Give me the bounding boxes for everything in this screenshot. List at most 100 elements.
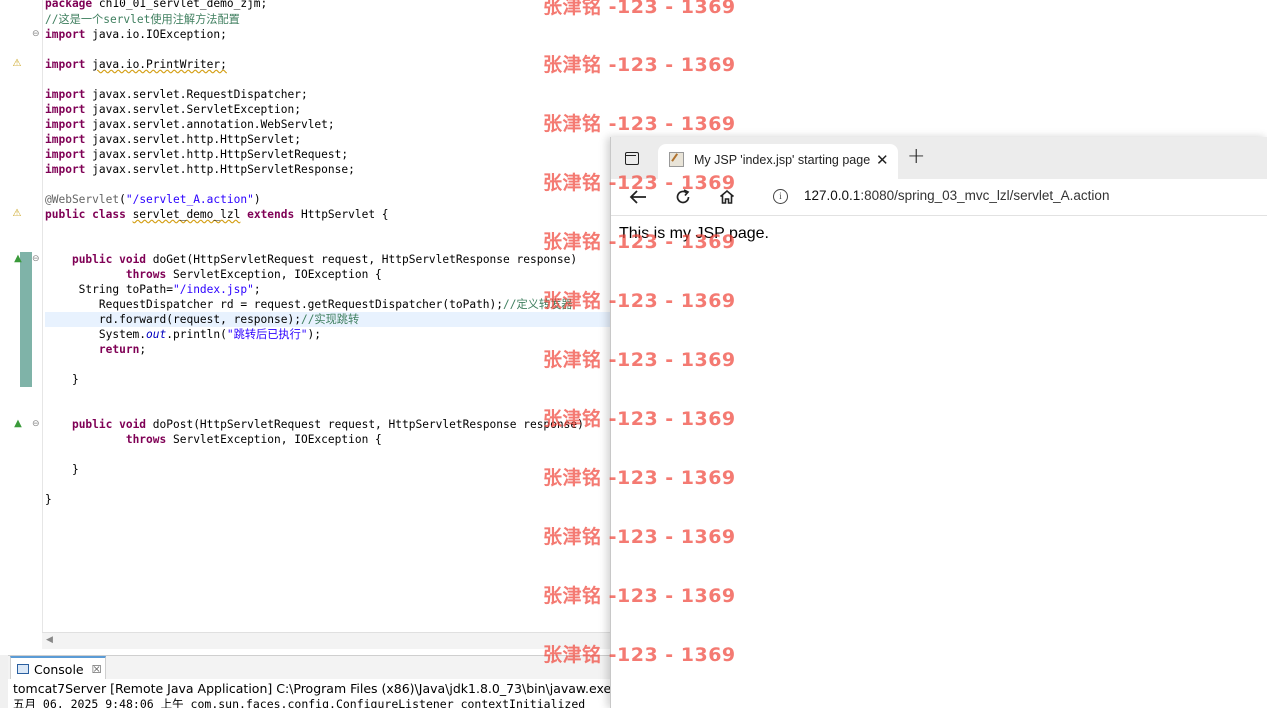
code-area[interactable]: package ch10_01_servlet_demo_zjm; //这是一个s… (45, 0, 610, 632)
watermark-text: 张津铭 -123 - 1369 (543, 644, 736, 666)
code-token: @WebServlet (45, 193, 120, 206)
console-output[interactable]: tomcat7Server [Remote Java Application] … (8, 679, 610, 708)
code-token: javax.servlet.ServletException; (92, 103, 301, 116)
code-line[interactable]: import javax.servlet.http.HttpServletReq… (45, 147, 348, 162)
code-token: RequestDispatcher rd = request.getReques… (45, 298, 504, 311)
watermark-text: 张津铭 -123 - 1369 (543, 172, 736, 194)
code-token: javax.servlet.http.HttpServlet; (92, 133, 301, 146)
code-token: javax.servlet.http.HttpServletRequest; (92, 148, 349, 161)
browser-tab-title: My JSP 'index.jsp' starting page (694, 153, 871, 167)
horizontal-scrollbar[interactable]: ◀ (42, 632, 610, 649)
code-line[interactable]: } (45, 462, 79, 477)
code-line[interactable]: import java.io.IOException; (45, 27, 227, 42)
watermark-text: 张津铭 -123 - 1369 (543, 467, 736, 489)
new-tab-icon[interactable]: + (907, 146, 925, 168)
code-line[interactable]: package ch10_01_servlet_demo_zjm; (45, 0, 267, 11)
code-token: System. (45, 328, 147, 341)
tab-actions-icon[interactable] (625, 152, 639, 165)
code-line[interactable]: import javax.servlet.RequestDispatcher; (45, 87, 308, 102)
code-token: package (45, 0, 99, 10)
code-token: import (45, 118, 93, 131)
scroll-left-icon[interactable]: ◀ (46, 635, 53, 645)
code-token: HttpServlet { (300, 208, 389, 221)
code-line[interactable]: System.out.println("跳转后已执行"); (45, 327, 321, 342)
code-token: ) (253, 193, 261, 206)
close-icon[interactable]: ☒ (92, 663, 102, 676)
code-token: import (45, 133, 93, 146)
watermark-text: 张津铭 -123 - 1369 (543, 113, 736, 135)
override-triangle-icon[interactable]: ▲ (12, 418, 24, 430)
code-token: "/index.jsp" (172, 283, 254, 296)
code-line[interactable]: public void doGet(HttpServletRequest req… (45, 252, 577, 267)
code-line[interactable]: //这是一个servlet使用注解方法配置 (45, 12, 240, 27)
java-code-editor[interactable]: ⚠ ⚠ ▲ ▲ ⊖ ⊖ ⊖ package ch10_01_servlet_de… (0, 0, 610, 655)
code-token: return (98, 343, 140, 356)
code-token: import (45, 88, 93, 101)
fold-collapse-icon[interactable]: ⊖ (32, 253, 40, 265)
code-token: javax.servlet.http.HttpServletResponse; (92, 163, 355, 176)
code-token: import (45, 148, 93, 161)
code-line[interactable]: import javax.servlet.http.HttpServlet; (45, 132, 301, 147)
fold-collapse-icon[interactable]: ⊖ (32, 28, 40, 40)
code-line[interactable]: } (45, 372, 79, 387)
close-tab-icon[interactable]: ✕ (876, 151, 889, 169)
editor-gutter: ⚠ ⚠ ▲ ▲ ⊖ ⊖ ⊖ (8, 0, 43, 632)
code-token: } (45, 493, 52, 506)
code-line[interactable]: rd.forward(request, response);//实现跳转 (45, 312, 610, 327)
code-token: import (45, 163, 93, 176)
code-token: extends (247, 208, 301, 221)
code-line[interactable]: throws ServletException, IOException { (45, 432, 382, 447)
console-tab-bar: Console ☒ (8, 655, 610, 680)
code-line[interactable]: import javax.servlet.http.HttpServletRes… (45, 162, 355, 177)
code-line[interactable]: import javax.servlet.annotation.WebServl… (45, 117, 335, 132)
code-line[interactable]: public class servlet_demo_lzl extends Ht… (45, 207, 389, 222)
console-launch-line: tomcat7Server [Remote Java Application] … (13, 681, 610, 696)
code-token: javax.servlet.RequestDispatcher; (92, 88, 308, 101)
fold-collapse-icon[interactable]: ⊖ (32, 418, 40, 430)
watermark-text: 张津铭 -123 - 1369 (543, 231, 736, 253)
code-token: import (45, 28, 93, 41)
warning-icon[interactable]: ⚠ (11, 58, 23, 70)
code-token: rd.forward(request, response); (45, 313, 301, 326)
code-line[interactable]: String toPath="/index.jsp"; (45, 282, 261, 297)
code-token: "跳转后已执行" (226, 328, 308, 341)
code-token: public void (71, 253, 153, 266)
change-ruler-bar (20, 252, 32, 387)
watermark-text: 张津铭 -123 - 1369 (543, 349, 736, 371)
console-tab-label: Console (34, 661, 84, 677)
code-line[interactable]: } (45, 492, 52, 507)
watermark-text: 张津铭 -123 - 1369 (543, 585, 736, 607)
console-tab[interactable]: Console ☒ (10, 656, 106, 680)
code-token: java.io.IOException; (92, 28, 227, 41)
override-triangle-icon[interactable]: ▲ (12, 253, 24, 265)
code-token: ; (139, 343, 147, 356)
watermark-text: 张津铭 -123 - 1369 (543, 526, 736, 548)
code-token: } (45, 373, 79, 386)
url-text: 127.0.0.1:8080/spring_03_mvc_lzl/servlet… (804, 188, 1110, 203)
code-line[interactable]: import javax.servlet.ServletException; (45, 102, 301, 117)
code-line[interactable]: import java.io.PrintWriter; (45, 57, 227, 72)
code-token: ServletException, IOException { (172, 433, 382, 446)
code-line[interactable]: public void doPost(HttpServletRequest re… (45, 417, 584, 432)
code-token: out (146, 328, 167, 341)
code-line[interactable]: return; (45, 342, 146, 357)
code-token: public void (71, 418, 153, 431)
code-token: import (45, 58, 93, 71)
code-line[interactable]: throws ServletException, IOException { (45, 267, 382, 282)
code-token: java.io.PrintWriter; (92, 58, 227, 71)
info-icon[interactable]: i (773, 189, 788, 204)
favicon-icon (669, 152, 684, 167)
code-token: } (45, 463, 79, 476)
address-bar[interactable]: i 127.0.0.1:8080/spring_03_mvc_lzl/servl… (759, 181, 1267, 213)
code-token: "/servlet_A.action" (125, 193, 254, 206)
code-line[interactable]: @WebServlet("/servlet_A.action") (45, 192, 261, 207)
code-token: ( (119, 193, 126, 206)
code-line[interactable]: RequestDispatcher rd = request.getReques… (45, 297, 573, 312)
code-token: String toPath= (45, 283, 173, 296)
warning-icon[interactable]: ⚠ (11, 208, 23, 220)
code-token: throws (125, 433, 173, 446)
